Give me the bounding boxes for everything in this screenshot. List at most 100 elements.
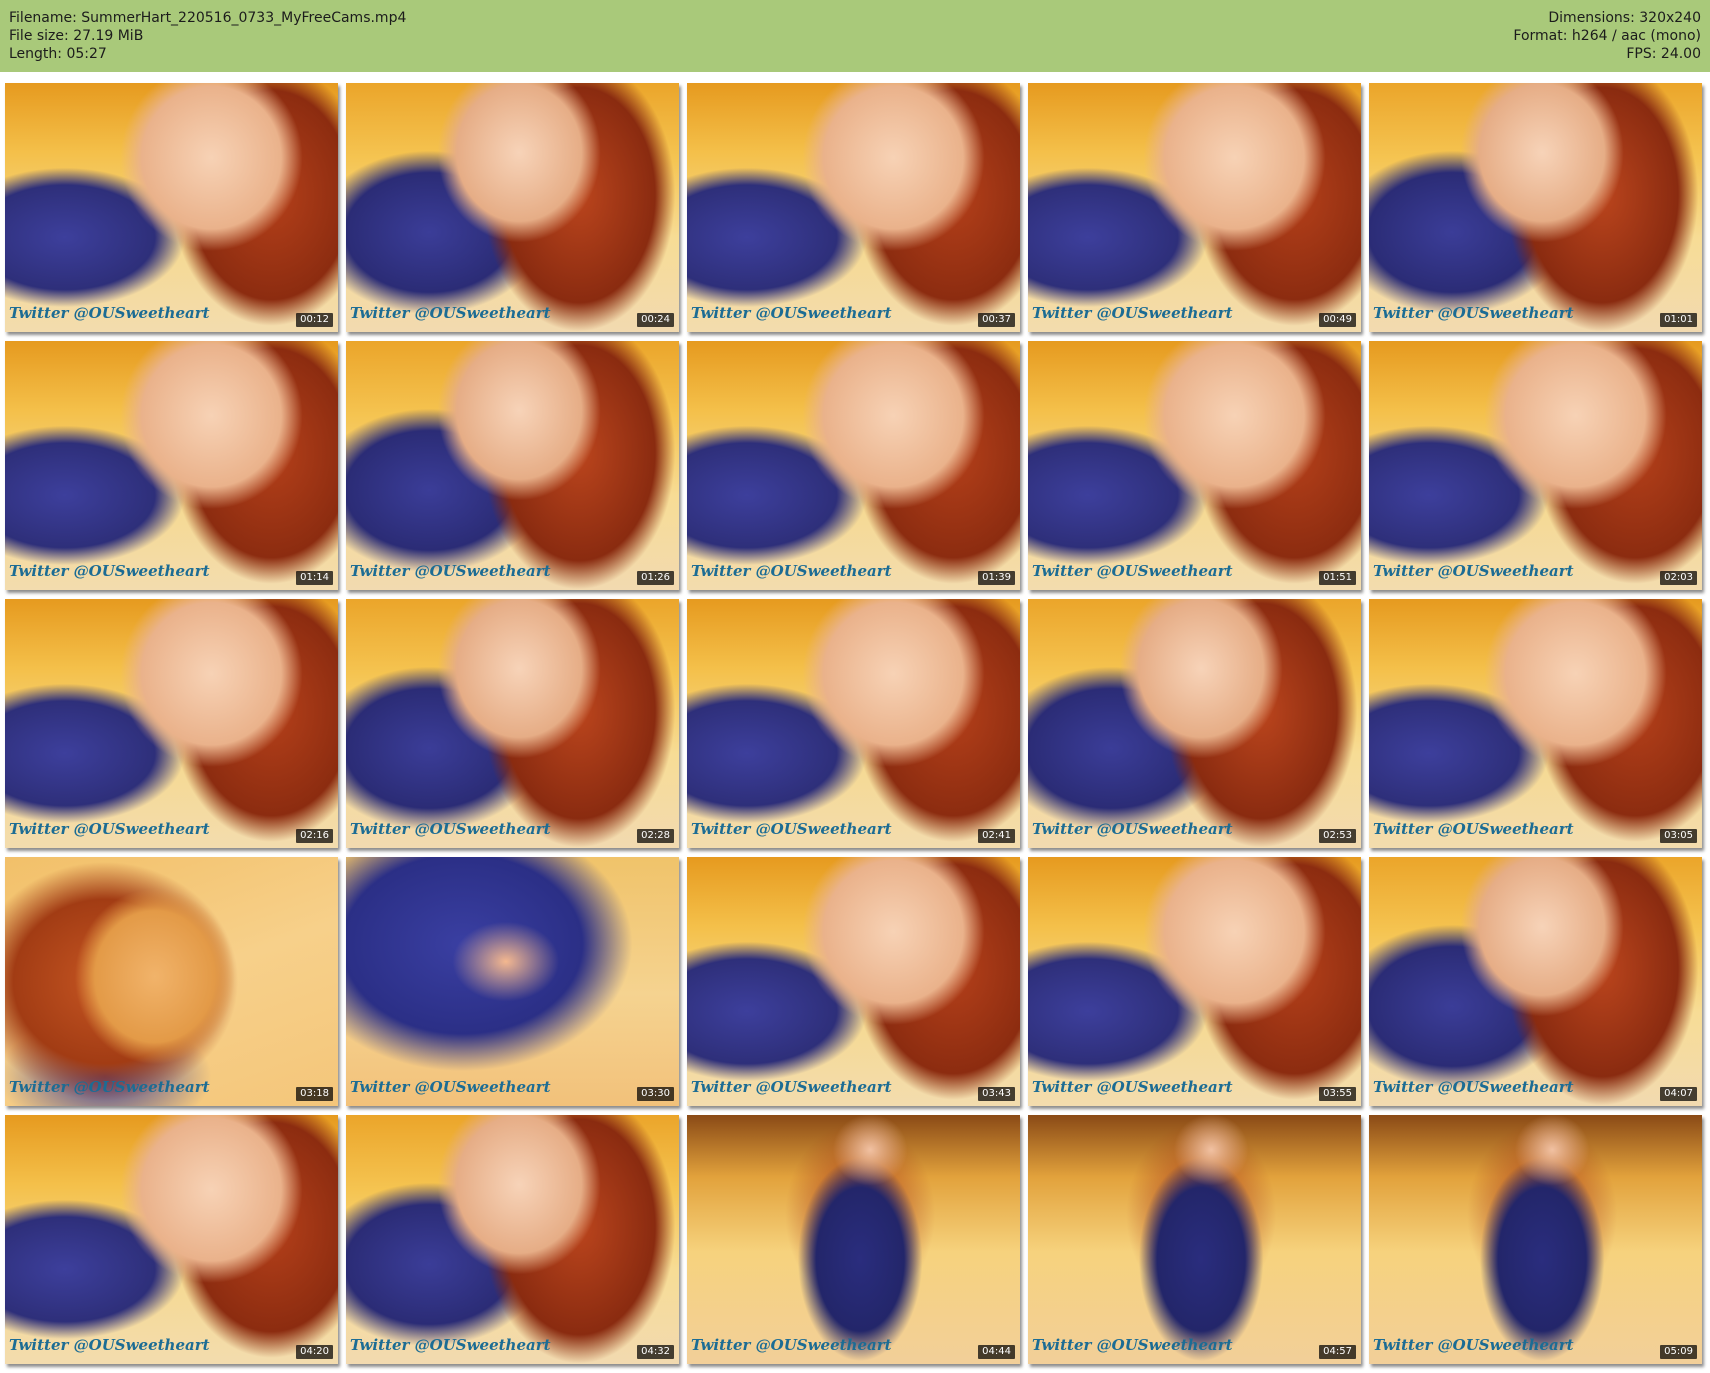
watermark-text: Twitter @OUSweetheart	[1032, 1078, 1233, 1096]
thumbnail-frame-image	[346, 83, 679, 332]
timestamp-badge: 02:28	[637, 829, 674, 843]
thumbnail-frame-image	[1369, 857, 1702, 1106]
file-info-right: Dimensions: 320x240 Format: h264 / aac (…	[1513, 9, 1701, 63]
video-thumbnail: Twitter @OUSweetheart 01:26	[346, 341, 679, 590]
timestamp-badge: 02:41	[978, 829, 1015, 843]
thumbnail-frame-image	[5, 83, 338, 332]
timestamp-badge: 01:14	[296, 571, 333, 585]
timestamp-badge: 03:18	[296, 1087, 333, 1101]
info-header: Filename: SummerHart_220516_0733_MyFreeC…	[0, 0, 1710, 72]
thumbnail-frame-image	[1369, 1115, 1702, 1364]
video-thumbnail: Twitter @OUSweetheart 03:18	[5, 857, 338, 1106]
video-thumbnail: Twitter @OUSweetheart 03:05	[1369, 599, 1702, 848]
thumbnail-grid: Twitter @OUSweetheart 00:12 Twitter @OUSwe…	[5, 83, 1705, 1365]
thumbnail-frame-image	[687, 857, 1020, 1106]
timestamp-badge: 01:39	[978, 571, 1015, 585]
video-thumbnail: Twitter @OUSweetheart 00:49	[1028, 83, 1361, 332]
file-size-text: File size: 27.19 MiB	[9, 28, 144, 44]
video-thumbnail: Twitter @OUSweetheart 01:51	[1028, 341, 1361, 590]
filename-text: Filename: SummerHart_220516_0733_MyFreeC…	[9, 10, 407, 26]
watermark-text: Twitter @OUSweetheart	[1032, 1336, 1233, 1354]
thumbnail-frame-image	[1369, 341, 1702, 590]
video-thumbnail: Twitter @OUSweetheart 02:28	[346, 599, 679, 848]
watermark-text: Twitter @OUSweetheart	[1373, 1078, 1574, 1096]
thumbnail-frame-image	[5, 341, 338, 590]
watermark-text: Twitter @OUSweetheart	[1373, 562, 1574, 580]
format-text: Format: h264 / aac (mono)	[1513, 28, 1701, 44]
video-thumbnail: Twitter @OUSweetheart 05:09	[1369, 1115, 1702, 1364]
timestamp-badge: 04:20	[296, 1345, 333, 1359]
watermark-text: Twitter @OUSweetheart	[350, 820, 551, 838]
thumbnail-frame-image	[5, 599, 338, 848]
thumbnail-frame-image	[1369, 599, 1702, 848]
watermark-text: Twitter @OUSweetheart	[350, 304, 551, 322]
video-thumbnail: Twitter @OUSweetheart 03:43	[687, 857, 1020, 1106]
timestamp-badge: 02:16	[296, 829, 333, 843]
timestamp-badge: 03:05	[1660, 829, 1697, 843]
timestamp-badge: 02:53	[1319, 829, 1356, 843]
thumbnail-frame-image	[346, 1115, 679, 1364]
watermark-text: Twitter @OUSweetheart	[1373, 304, 1574, 322]
watermark-text: Twitter @OUSweetheart	[350, 562, 551, 580]
watermark-text: Twitter @OUSweetheart	[9, 820, 210, 838]
timestamp-badge: 01:01	[1660, 313, 1697, 327]
timestamp-badge: 04:44	[978, 1345, 1015, 1359]
thumbnail-frame-image	[1028, 341, 1361, 590]
thumbnail-frame-image	[346, 857, 679, 1106]
watermark-text: Twitter @OUSweetheart	[691, 1336, 892, 1354]
watermark-text: Twitter @OUSweetheart	[1373, 1336, 1574, 1354]
video-thumbnail: Twitter @OUSweetheart 02:53	[1028, 599, 1361, 848]
video-thumbnail: Twitter @OUSweetheart 02:16	[5, 599, 338, 848]
timestamp-badge: 01:51	[1319, 571, 1356, 585]
thumbnail-frame-image	[1369, 83, 1702, 332]
watermark-text: Twitter @OUSweetheart	[691, 1078, 892, 1096]
timestamp-badge: 03:30	[637, 1087, 674, 1101]
watermark-text: Twitter @OUSweetheart	[9, 1336, 210, 1354]
timestamp-badge: 00:12	[296, 313, 333, 327]
length-text: Length: 05:27	[9, 46, 107, 62]
thumbnail-frame-image	[687, 83, 1020, 332]
thumbnail-frame-image	[1028, 1115, 1361, 1364]
video-thumbnail: Twitter @OUSweetheart 04:20	[5, 1115, 338, 1364]
video-thumbnail: Twitter @OUSweetheart 01:39	[687, 341, 1020, 590]
timestamp-badge: 00:49	[1319, 313, 1356, 327]
thumbnail-frame-image	[346, 599, 679, 848]
video-thumbnail: Twitter @OUSweetheart 01:01	[1369, 83, 1702, 332]
video-thumbnail: Twitter @OUSweetheart 04:32	[346, 1115, 679, 1364]
video-thumbnail: Twitter @OUSweetheart 01:14	[5, 341, 338, 590]
thumbnail-frame-image	[1028, 83, 1361, 332]
thumbnail-frame-image	[687, 1115, 1020, 1364]
thumbnail-frame-image	[687, 599, 1020, 848]
watermark-text: Twitter @OUSweetheart	[350, 1336, 551, 1354]
timestamp-badge: 04:32	[637, 1345, 674, 1359]
watermark-text: Twitter @OUSweetheart	[691, 562, 892, 580]
timestamp-badge: 04:07	[1660, 1087, 1697, 1101]
watermark-text: Twitter @OUSweetheart	[350, 1078, 551, 1096]
video-thumbnail: Twitter @OUSweetheart 00:37	[687, 83, 1020, 332]
timestamp-badge: 04:57	[1319, 1345, 1356, 1359]
watermark-text: Twitter @OUSweetheart	[9, 1078, 210, 1096]
thumbnail-frame-image	[1028, 599, 1361, 848]
timestamp-badge: 02:03	[1660, 571, 1697, 585]
video-thumbnail: Twitter @OUSweetheart 04:57	[1028, 1115, 1361, 1364]
fps-text: FPS: 24.00	[1626, 46, 1701, 62]
timestamp-badge: 00:37	[978, 313, 1015, 327]
timestamp-badge: 03:43	[978, 1087, 1015, 1101]
video-thumbnail: Twitter @OUSweetheart 02:41	[687, 599, 1020, 848]
timestamp-badge: 03:55	[1319, 1087, 1356, 1101]
video-thumbnail: Twitter @OUSweetheart 03:30	[346, 857, 679, 1106]
watermark-text: Twitter @OUSweetheart	[691, 820, 892, 838]
video-thumbnail: Twitter @OUSweetheart 02:03	[1369, 341, 1702, 590]
thumbnail-frame-image	[687, 341, 1020, 590]
timestamp-badge: 01:26	[637, 571, 674, 585]
watermark-text: Twitter @OUSweetheart	[1373, 820, 1574, 838]
watermark-text: Twitter @OUSweetheart	[9, 304, 210, 322]
timestamp-badge: 00:24	[637, 313, 674, 327]
video-thumbnail: Twitter @OUSweetheart 04:44	[687, 1115, 1020, 1364]
watermark-text: Twitter @OUSweetheart	[9, 562, 210, 580]
thumbnail-frame-image	[5, 857, 338, 1106]
thumbnail-frame-image	[1028, 857, 1361, 1106]
video-thumbnail: Twitter @OUSweetheart 00:12	[5, 83, 338, 332]
watermark-text: Twitter @OUSweetheart	[1032, 820, 1233, 838]
video-thumbnail: Twitter @OUSweetheart 00:24	[346, 83, 679, 332]
